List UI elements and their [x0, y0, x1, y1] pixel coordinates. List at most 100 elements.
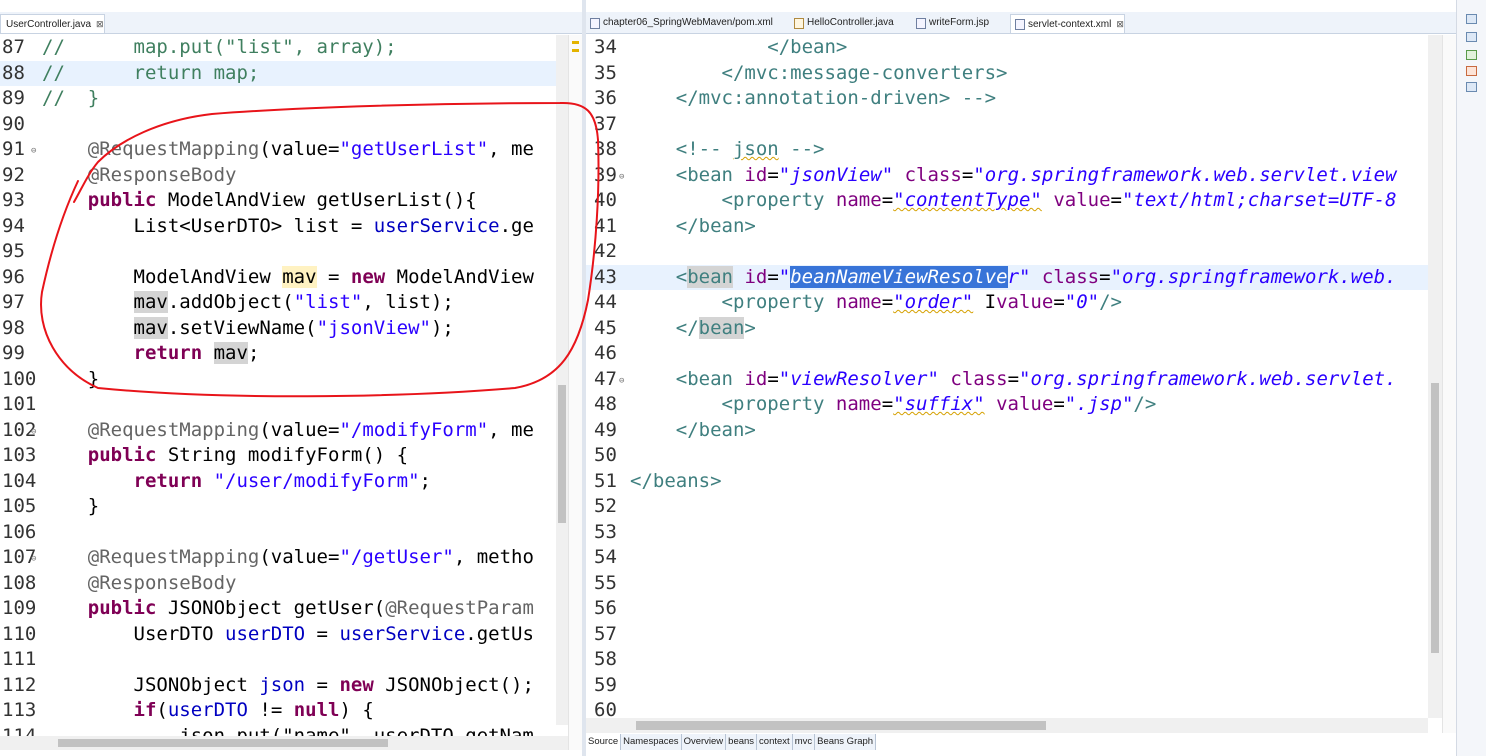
line-number: 95	[2, 240, 25, 262]
code-line[interactable]: 96 ModelAndView mav = new ModelAndView	[0, 265, 556, 291]
fold-toggle-icon[interactable]: ⊖	[31, 420, 36, 446]
line-number: 48	[594, 393, 617, 415]
right-horizontal-scrollbar[interactable]	[586, 718, 1428, 733]
code-line[interactable]: 109 public JSONObject getUser(@RequestPa…	[0, 596, 556, 622]
xml-file-icon	[1015, 19, 1025, 30]
tab-hellocontroller[interactable]: HelloController.java	[790, 14, 894, 33]
code-line[interactable]: 113 if(userDTO != null) {	[0, 698, 556, 724]
line-number: 56	[594, 597, 617, 619]
code-line[interactable]: 51 </beans>	[586, 469, 1428, 495]
page-tab-beans[interactable]: beans	[726, 734, 758, 750]
page-tab-context[interactable]: context	[757, 734, 793, 750]
xml-editor[interactable]: 34 </bean> 35 </mvc:message-converters> 36…	[586, 35, 1428, 718]
scroll-thumb[interactable]	[636, 721, 1046, 730]
code-line[interactable]: 44 <property name="order" Ivalue="0"/>	[586, 290, 1428, 316]
code-line[interactable]: 90	[0, 112, 556, 138]
code-line[interactable]: 91 ⊖ @RequestMapping(value="getUserList",…	[0, 137, 556, 163]
warning-marker[interactable]	[572, 49, 579, 52]
code-line[interactable]: 103 public String modifyForm() {	[0, 443, 556, 469]
code-text: <property name="suffix" value=".jsp"/>	[721, 393, 1157, 415]
page-tab-source[interactable]: Source	[586, 734, 622, 750]
fold-toggle-icon[interactable]: ⊖	[619, 369, 624, 395]
code-line[interactable]: 97 mav.addObject("list", list);	[0, 290, 556, 316]
code-line[interactable]: 89 // }	[0, 86, 556, 112]
code-line[interactable]: 48 <property name="suffix" value=".jsp"/…	[586, 392, 1428, 418]
code-line[interactable]: 47 ⊖ <bean id="viewResolver" class="org.s…	[586, 367, 1428, 393]
restore-icon[interactable]	[1466, 14, 1477, 24]
code-line[interactable]: 105 }	[0, 494, 556, 520]
code-line[interactable]: 92 @ResponseBody	[0, 163, 556, 189]
code-line[interactable]: 58	[586, 647, 1428, 673]
code-line[interactable]: 98 mav.setViewName("jsonView");	[0, 316, 556, 342]
code-line[interactable]: 112 JSONObject json = new JSONObject();	[0, 673, 556, 699]
code-line[interactable]: 106	[0, 520, 556, 546]
tasks-icon[interactable]	[1466, 50, 1477, 60]
page-tab-mvc[interactable]: mvc	[792, 734, 816, 750]
code-line[interactable]: 36 </mvc:annotation-driven> -->	[586, 86, 1428, 112]
line-number: 111	[2, 648, 37, 670]
code-line[interactable]: 42	[586, 239, 1428, 265]
code-line[interactable]: 99 return mav;	[0, 341, 556, 367]
code-line[interactable]: 94 List<UserDTO> list = userService.ge	[0, 214, 556, 240]
code-line[interactable]: 102 ⊖ @RequestMapping(value="/modifyForm"…	[0, 418, 556, 444]
code-line[interactable]: 56	[586, 596, 1428, 622]
fold-toggle-icon[interactable]: ⊖	[619, 165, 624, 191]
tab-pom-xml[interactable]: chapter06_SpringWebMaven/pom.xml	[586, 14, 773, 33]
code-line[interactable]: 88 // return map;	[0, 60, 556, 86]
code-line[interactable]: 39 ⊖ <bean id="jsonView" class="org.sprin…	[586, 163, 1428, 189]
page-tab-overview[interactable]: Overview	[681, 734, 727, 750]
page-tab-beans-graph[interactable]: Beans Graph	[815, 734, 877, 750]
code-line[interactable]: 101	[0, 392, 556, 418]
code-line[interactable]: 35 </mvc:message-converters>	[586, 61, 1428, 87]
code-line[interactable]: 53	[586, 520, 1428, 546]
scroll-thumb[interactable]	[558, 385, 566, 523]
code-text: <bean id="viewResolver" class="org.sprin…	[675, 367, 1397, 390]
code-line[interactable]: 50	[586, 443, 1428, 469]
close-icon[interactable]: ⊠	[1116, 19, 1124, 29]
code-line[interactable]: 34 </bean>	[586, 35, 1428, 61]
left-horizontal-scrollbar[interactable]	[0, 736, 568, 750]
tab-servlet-context-xml[interactable]: servlet-context.xml ⊠	[1010, 14, 1125, 33]
code-line[interactable]: 114 json.put("name", userDTO.getNam	[0, 724, 556, 737]
code-line[interactable]: 59	[586, 673, 1428, 699]
code-line[interactable]: 60	[586, 698, 1428, 718]
fold-toggle-icon[interactable]: ⊖	[31, 139, 36, 165]
code-line[interactable]: 52	[586, 494, 1428, 520]
code-line[interactable]: 37	[586, 112, 1428, 138]
code-line[interactable]: 111	[0, 647, 556, 673]
tab-usercontroller[interactable]: UserController.java ⊠	[0, 14, 105, 33]
line-number: 109	[2, 597, 37, 619]
code-line[interactable]: 87 // map.put("list", array);	[0, 35, 556, 61]
page-tab-namespaces[interactable]: Namespaces	[621, 734, 682, 750]
code-line[interactable]: 95	[0, 239, 556, 265]
warning-marker[interactable]	[572, 41, 579, 44]
code-line[interactable]: 104 return "/user/modifyForm";	[0, 469, 556, 495]
outline-icon[interactable]	[1466, 32, 1477, 42]
code-line[interactable]: 57	[586, 622, 1428, 648]
scroll-thumb[interactable]	[58, 739, 388, 747]
problems-icon[interactable]	[1466, 66, 1477, 76]
scroll-thumb[interactable]	[1431, 383, 1439, 653]
left-vertical-scrollbar[interactable]	[556, 35, 568, 725]
code-line[interactable]: 38 <!-- json -->	[586, 137, 1428, 163]
code-line[interactable]: 107 ⊖ @RequestMapping(value="/getUser", m…	[0, 545, 556, 571]
code-line[interactable]: 41 </bean>	[586, 214, 1428, 240]
right-vertical-scrollbar[interactable]	[1428, 35, 1442, 718]
close-icon[interactable]: ⊠	[96, 19, 104, 29]
code-line[interactable]: 100 }	[0, 367, 556, 393]
code-line[interactable]: 45 </bean>	[586, 316, 1428, 342]
code-line[interactable]: 55	[586, 571, 1428, 597]
code-line[interactable]: 108 @ResponseBody	[0, 571, 556, 597]
servers-icon[interactable]	[1466, 82, 1477, 92]
fold-toggle-icon[interactable]: ⊖	[31, 547, 36, 573]
code-line[interactable]: 40 <property name="contentType" value="t…	[586, 188, 1428, 214]
java-editor[interactable]: 87 // map.put("list", array); 88 // return …	[0, 35, 556, 736]
tab-writeform-jsp[interactable]: writeForm.jsp	[912, 14, 989, 33]
code-line[interactable]: 46	[586, 341, 1428, 367]
code-line[interactable]: 110 UserDTO userDTO = userService.getUs	[0, 622, 556, 648]
code-line[interactable]: 43 <bean id="beanNameViewResolver" class…	[586, 264, 1428, 290]
code-line[interactable]: 54	[586, 545, 1428, 571]
code-line[interactable]: 49 </bean>	[586, 418, 1428, 444]
code-text: JSONObject json = new JSONObject();	[42, 673, 534, 696]
code-line[interactable]: 93 public ModelAndView getUserList(){	[0, 188, 556, 214]
